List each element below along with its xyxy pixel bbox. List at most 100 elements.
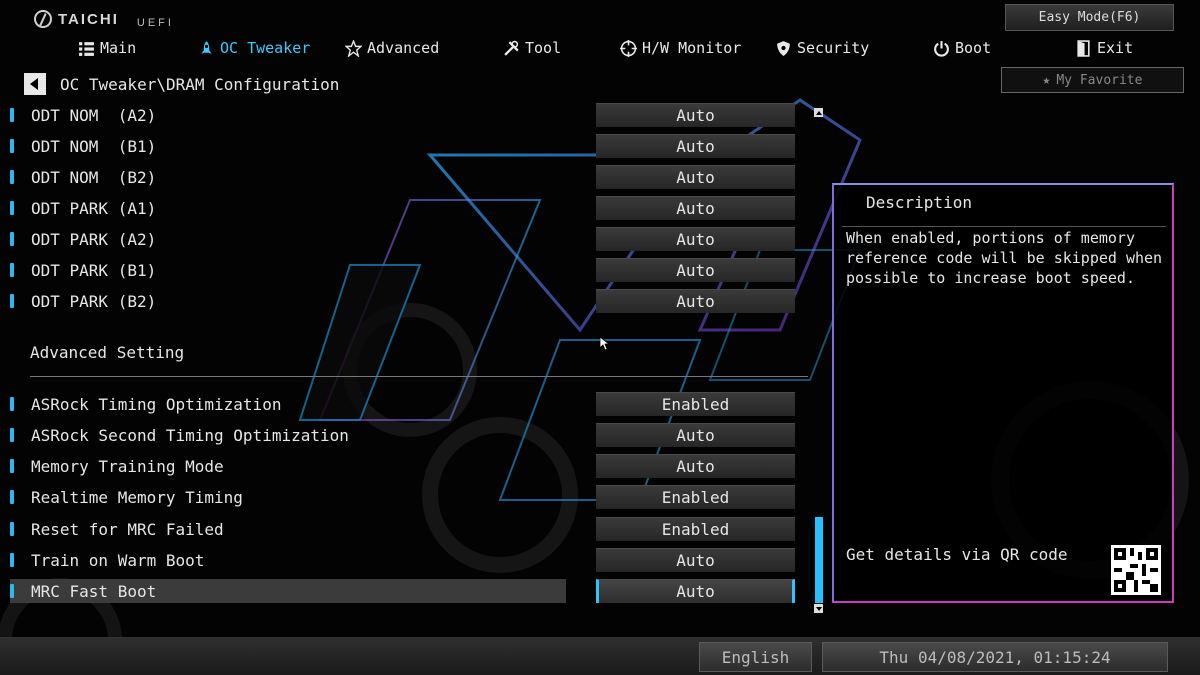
tab-oc-tweaker-label: OC Tweaker <box>220 39 311 57</box>
tab-main[interactable]: Main <box>78 36 136 60</box>
setting-label: ASRock Timing Optimization <box>31 394 282 414</box>
section-divider <box>30 376 808 377</box>
setting-row[interactable]: Memory Training Mode <box>10 454 570 478</box>
row-marker <box>10 428 14 442</box>
qr-label: Get details via QR code <box>846 545 1068 564</box>
setting-value[interactable]: Auto <box>596 196 795 220</box>
setting-value[interactable]: Auto <box>596 258 795 282</box>
tools-icon <box>504 40 519 56</box>
description-text: When enabled, portions of memory referen… <box>846 229 1163 287</box>
taichi-logo-icon <box>34 10 52 28</box>
setting-label: ODT PARK (A2) <box>31 229 157 249</box>
row-marker <box>10 108 14 122</box>
setting-value[interactable]: Auto <box>596 548 795 572</box>
tab-exit-label: Exit <box>1097 39 1134 57</box>
scroll-down-arrow-icon[interactable] <box>814 604 823 613</box>
scrollbar-thumb[interactable] <box>815 517 823 603</box>
setting-label: ODT PARK (A1) <box>31 198 157 218</box>
setting-row[interactable]: ASRock Timing Optimization <box>10 392 570 416</box>
tab-boot-label: Boot <box>955 39 992 57</box>
setting-value[interactable]: Enabled <box>596 517 795 541</box>
brand-logo: TAICHI UEFI <box>34 8 174 30</box>
my-favorite-label: My Favorite <box>1056 72 1143 88</box>
breadcrumb-path: OC Tweaker\DRAM Configuration <box>60 74 340 94</box>
star-icon <box>345 39 362 57</box>
setting-label: ODT NOM (B1) <box>31 136 157 156</box>
breadcrumb: OC Tweaker\DRAM Configuration <box>24 72 339 96</box>
row-marker <box>10 397 14 411</box>
row-marker <box>10 490 14 504</box>
qr-code-image <box>1111 545 1161 595</box>
qr-code-icon <box>1114 548 1158 592</box>
tab-exit[interactable]: Exit <box>1075 36 1133 60</box>
setting-value[interactable]: Auto <box>596 103 795 127</box>
setting-label: ODT NOM (A2) <box>31 105 157 125</box>
mouse-cursor-icon <box>600 337 610 351</box>
setting-row[interactable]: ODT PARK (B1) <box>10 258 570 282</box>
setting-value[interactable]: Auto <box>596 289 795 313</box>
setting-row[interactable]: ODT PARK (A2) <box>10 227 570 251</box>
tab-boot[interactable]: Boot <box>933 36 991 60</box>
setting-row[interactable]: Reset for MRC Failed <box>10 517 570 541</box>
description-divider <box>842 226 1166 227</box>
setting-row[interactable]: ODT NOM (A2) <box>10 103 570 127</box>
row-marker <box>10 263 14 277</box>
exit-icon <box>1077 39 1090 57</box>
setting-row-selected[interactable]: MRC Fast Boot <box>10 579 566 603</box>
setting-label: ASRock Second Timing Optimization <box>31 425 349 445</box>
easy-mode-button[interactable]: Easy Mode(F6) <box>1005 4 1174 31</box>
section-title: Advanced Setting <box>30 343 185 362</box>
row-marker <box>10 584 14 598</box>
tab-main-label: Main <box>100 39 137 57</box>
setting-value[interactable]: Auto <box>596 227 795 251</box>
row-marker <box>10 232 14 246</box>
setting-value[interactable]: Auto <box>596 423 795 447</box>
setting-value[interactable]: Auto <box>596 454 795 478</box>
scroll-up-arrow-icon[interactable] <box>814 108 823 117</box>
language-button[interactable]: English <box>699 642 812 672</box>
description-title: Description <box>866 193 972 212</box>
row-marker <box>10 294 14 308</box>
setting-label: ODT NOM (B2) <box>31 167 157 187</box>
setting-value[interactable]: Enabled <box>596 485 795 509</box>
setting-value-selected[interactable]: Auto <box>596 579 795 603</box>
row-marker <box>10 201 14 215</box>
tab-security-label: Security <box>797 39 870 57</box>
brand-sub: UEFI <box>136 17 174 29</box>
tab-advanced[interactable]: Advanced <box>345 36 439 60</box>
setting-row[interactable]: ODT PARK (B2) <box>10 289 570 313</box>
tab-hw-monitor[interactable]: H/W Monitor <box>620 36 741 60</box>
row-marker <box>10 553 14 567</box>
list-icon <box>79 41 94 56</box>
setting-label: ODT PARK (B1) <box>31 260 157 280</box>
brand-name: TAICHI <box>58 10 119 28</box>
tab-tool[interactable]: Tool <box>503 36 561 60</box>
rocket-icon <box>201 40 212 54</box>
shield-icon <box>777 40 790 56</box>
my-favorite-button[interactable]: ★ My Favorite <box>1001 67 1184 93</box>
setting-row[interactable]: ASRock Second Timing Optimization <box>10 423 570 447</box>
setting-label: Realtime Memory Timing <box>31 487 243 507</box>
tab-security[interactable]: Security <box>775 36 869 60</box>
setting-label: ODT PARK (B2) <box>31 291 157 311</box>
setting-row[interactable]: ODT NOM (B2) <box>10 165 570 189</box>
tab-advanced-label: Advanced <box>367 39 440 57</box>
tab-tool-label: Tool <box>525 39 562 57</box>
power-icon <box>934 40 949 57</box>
tab-hw-monitor-label: H/W Monitor <box>642 39 742 57</box>
setting-row[interactable]: Train on Warm Boot <box>10 548 570 572</box>
star-icon: ★ <box>1042 72 1051 88</box>
setting-label: Reset for MRC Failed <box>31 519 224 539</box>
setting-row[interactable]: ODT NOM (B1) <box>10 134 570 158</box>
back-arrow-icon[interactable] <box>24 73 46 95</box>
setting-value[interactable]: Auto <box>596 165 795 189</box>
crosshair-icon <box>620 39 637 57</box>
setting-value[interactable]: Enabled <box>596 392 795 416</box>
setting-label: Memory Training Mode <box>31 456 224 476</box>
setting-value[interactable]: Auto <box>596 134 795 158</box>
setting-row[interactable]: Realtime Memory Timing <box>10 485 570 509</box>
tab-oc-tweaker[interactable]: OC Tweaker <box>198 36 310 60</box>
datetime-display: Thu 04/08/2021, 01:15:24 <box>822 642 1168 672</box>
setting-label: MRC Fast Boot <box>31 581 157 601</box>
setting-row[interactable]: ODT PARK (A1) <box>10 196 570 220</box>
